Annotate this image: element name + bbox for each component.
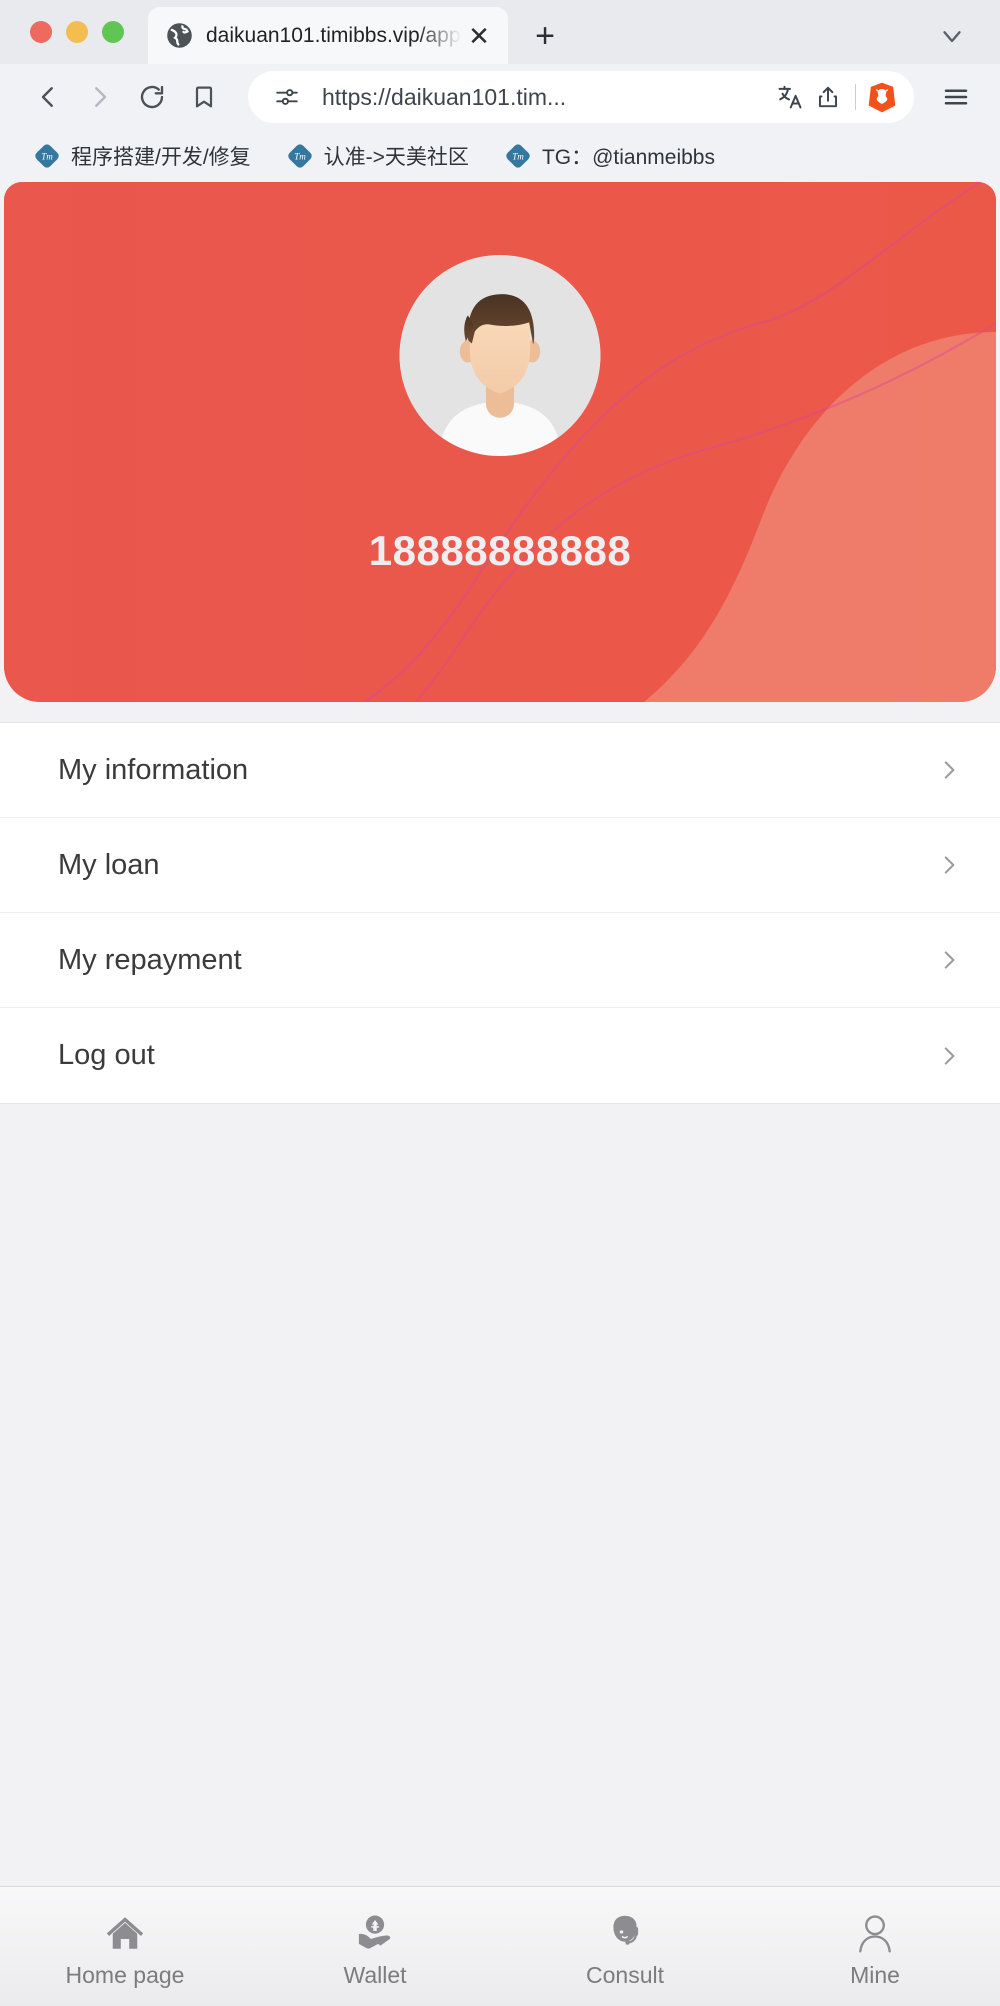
bookmarks-bar: Tm 程序搭建/开发/修复 Tm 认准->天美社区 Tm TG：@tianmei xyxy=(0,130,1000,182)
person-icon xyxy=(852,1910,898,1956)
tab-wallet[interactable]: Wallet xyxy=(250,1887,500,2006)
menu-item-log-out[interactable]: Log out xyxy=(0,1008,1000,1103)
chevron-right-icon xyxy=(934,1041,964,1071)
menu-item-label: My repayment xyxy=(58,943,242,976)
bookmark-item-2[interactable]: Tm TG：@tianmeibbs xyxy=(493,136,727,176)
avatar[interactable] xyxy=(399,255,601,456)
browser-window: daikuan101.timibbs.vip/app/ind ✕ + xyxy=(0,0,1000,2006)
site-settings-icon[interactable] xyxy=(268,78,306,116)
forward-arrow-icon xyxy=(74,71,126,123)
svg-text:Tm: Tm xyxy=(41,152,53,162)
tab-home-page[interactable]: Home page xyxy=(0,1887,250,2006)
bookmark-label: 认准->天美社区 xyxy=(323,146,469,169)
tab-mine[interactable]: Mine xyxy=(750,1887,1000,2006)
menu-item-label: My information xyxy=(58,753,249,786)
home-icon xyxy=(102,1910,148,1956)
bookmark-icon[interactable] xyxy=(178,71,230,123)
navigation-toolbar: https://daikuan101.tim... xyxy=(0,64,1000,130)
menu-item-my-repayment[interactable]: My repayment xyxy=(0,913,1000,1008)
hamburger-menu-icon[interactable] xyxy=(934,75,978,119)
chevron-right-icon xyxy=(934,755,964,785)
chevron-right-icon xyxy=(934,850,964,880)
chevron-down-icon[interactable] xyxy=(934,18,970,54)
tab-consult[interactable]: Consult xyxy=(500,1887,750,2006)
menu-item-label: Log out xyxy=(58,1039,155,1071)
menu-item-my-loan[interactable]: My loan xyxy=(0,818,1000,913)
close-window-button[interactable] xyxy=(30,21,52,43)
maximize-window-button[interactable] xyxy=(102,21,124,43)
chevron-right-icon xyxy=(934,945,964,975)
svg-text:Tm: Tm xyxy=(512,152,524,162)
tab-title: daikuan101.timibbs.vip/app/ind xyxy=(206,23,464,47)
profile-menu-card: My information My loan My repayment Log … xyxy=(0,722,1000,1104)
new-tab-button[interactable]: + xyxy=(527,18,563,54)
bookmark-label: 程序搭建/开发/修复 xyxy=(71,146,251,169)
share-icon[interactable] xyxy=(809,78,847,116)
svg-text:Tm: Tm xyxy=(294,152,306,162)
browser-tab[interactable]: daikuan101.timibbs.vip/app/ind ✕ xyxy=(148,7,508,64)
url-bar[interactable]: https://daikuan101.tim... xyxy=(248,71,914,123)
user-avatar-illustration xyxy=(399,255,601,456)
bookmark-item-0[interactable]: Tm 程序搭建/开发/修复 xyxy=(22,136,263,176)
minimize-window-button[interactable] xyxy=(66,21,88,43)
menu-item-my-information[interactable]: My information xyxy=(0,723,1000,818)
profile-hero-banner: 18888888888 xyxy=(4,182,996,702)
titlebar: daikuan101.timibbs.vip/app/ind ✕ + xyxy=(0,0,1000,64)
wallet-yen-icon xyxy=(352,1910,398,1956)
url-input[interactable]: https://daikuan101.tim... xyxy=(322,84,771,111)
phone-number: 18888888888 xyxy=(368,527,632,574)
brave-lion-icon[interactable] xyxy=(864,79,900,115)
back-arrow-icon[interactable] xyxy=(22,71,74,123)
globe-icon xyxy=(166,22,193,49)
headset-support-icon xyxy=(602,1910,648,1956)
bookmark-item-1[interactable]: Tm 认准->天美社区 xyxy=(275,136,481,176)
tab-label: Wallet xyxy=(343,1962,407,1988)
toolbar-divider xyxy=(855,84,856,110)
reload-icon[interactable] xyxy=(126,71,178,123)
menu-item-label: My loan xyxy=(58,848,160,881)
tab-label: Home page xyxy=(65,1962,185,1988)
close-icon[interactable]: ✕ xyxy=(464,21,494,51)
translate-icon[interactable] xyxy=(771,78,809,116)
tab-label: Mine xyxy=(850,1962,900,1988)
timibbs-favicon: Tm xyxy=(287,143,313,169)
bookmark-label: TG：@tianmeibbs xyxy=(541,146,715,169)
bottom-tabbar: Home page Wallet Consult Mine xyxy=(0,1886,1000,2006)
page-viewport: 18888888888 My information My loan My re… xyxy=(0,182,1000,2006)
timibbs-favicon: Tm xyxy=(34,143,60,169)
tab-label: Consult xyxy=(586,1962,664,1988)
window-traffic-lights xyxy=(0,0,124,64)
timibbs-favicon: Tm xyxy=(505,143,531,169)
